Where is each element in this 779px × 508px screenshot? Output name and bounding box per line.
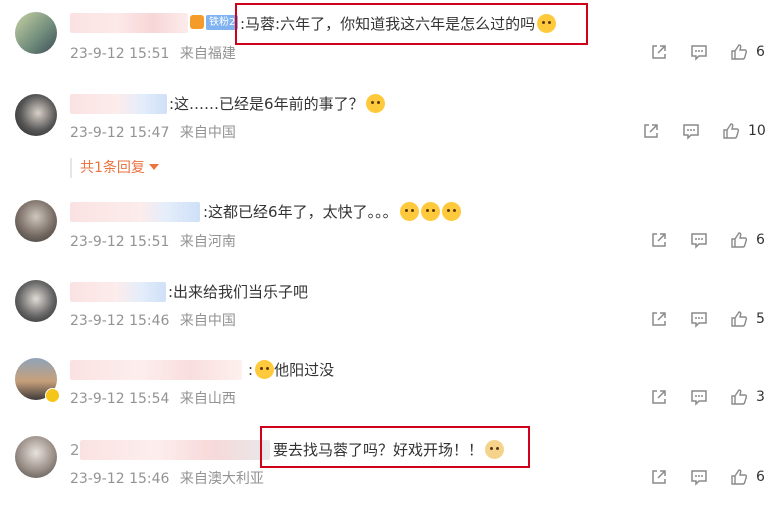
like-count: 6 <box>756 469 765 485</box>
comment-button[interactable] <box>690 388 708 406</box>
comment-button[interactable] <box>682 122 700 140</box>
avatar[interactable] <box>15 280 57 322</box>
like-icon <box>731 311 748 327</box>
comment-button[interactable] <box>690 310 708 328</box>
user-name-blurred[interactable] <box>70 202 200 222</box>
like-count: 6 <box>756 44 765 60</box>
share-icon <box>652 45 666 59</box>
comment-location: 来自澳大利亚 <box>179 471 264 487</box>
comment-icon <box>691 470 707 486</box>
comment-date: 23-9-12 15:47 <box>70 125 170 141</box>
view-replies-link[interactable]: 共1条回复 <box>80 158 160 178</box>
comment-icon <box>691 233 707 249</box>
comment-actions: 3 <box>628 388 765 406</box>
share-button[interactable] <box>650 43 668 61</box>
like-button[interactable]: 3 <box>730 388 765 406</box>
user-name-blurred[interactable] <box>80 440 270 460</box>
share-icon <box>644 124 658 138</box>
comment-meta: 23-9-12 15:51 来自河南 <box>70 232 236 252</box>
comment-meta: 23-9-12 15:47 来自中国 <box>70 123 236 143</box>
share-icon <box>652 470 666 484</box>
avatar[interactable] <box>15 12 57 54</box>
share-button[interactable] <box>650 388 668 406</box>
like-icon <box>731 44 748 60</box>
reply-divider <box>70 158 72 178</box>
comment-icon <box>691 45 707 61</box>
comment-location: 来自福建 <box>179 46 236 62</box>
comment-button[interactable] <box>690 468 708 486</box>
comment-text: : 他阳过没 <box>248 360 335 379</box>
comment-actions: 6 <box>628 231 765 249</box>
comment-actions: 10 <box>620 122 766 140</box>
comment-meta: 23-9-12 15:51 来自福建 <box>70 44 236 64</box>
share-button[interactable] <box>650 468 668 486</box>
comment-date: 23-9-12 15:51 <box>70 46 170 62</box>
comment-icon <box>691 312 707 328</box>
share-icon <box>652 312 666 326</box>
comment-text: :这都已经6年了，太快了。。。 <box>203 202 461 222</box>
comment-meta: 23-9-12 15:46 来自澳大利亚 <box>70 469 264 489</box>
cry-emoji-icon <box>420 202 440 221</box>
like-count: 5 <box>756 311 765 327</box>
comment-date: 23-9-12 15:54 <box>70 391 170 407</box>
comment-text: :这……已经是6年前的事了？ <box>169 94 385 114</box>
share-button[interactable] <box>650 310 668 328</box>
comment-icon <box>691 390 707 406</box>
like-count: 10 <box>748 123 766 139</box>
comment-button[interactable] <box>690 43 708 61</box>
comment-actions: 5 <box>628 310 765 328</box>
comment-location: 来自河南 <box>179 234 236 250</box>
like-button[interactable]: 6 <box>730 468 765 486</box>
fan-badge-icon <box>190 15 204 29</box>
highlight-box <box>260 426 530 468</box>
comment-location: 来自中国 <box>179 313 236 329</box>
think-emoji-icon <box>255 360 275 379</box>
avatar[interactable] <box>15 436 57 478</box>
verified-badge-icon <box>45 388 60 403</box>
comment-button[interactable] <box>690 231 708 249</box>
avatar[interactable] <box>15 200 57 242</box>
share-icon <box>652 233 666 247</box>
comment-icon <box>683 124 699 140</box>
like-button[interactable]: 6 <box>730 43 765 61</box>
like-icon <box>723 123 740 139</box>
chevron-down-icon <box>149 164 160 170</box>
like-icon <box>731 469 748 485</box>
like-button[interactable]: 5 <box>730 310 765 328</box>
highlight-box <box>235 3 588 45</box>
shock-emoji-icon <box>365 94 385 113</box>
like-count: 3 <box>756 389 765 405</box>
comment-text: :出来给我们当乐子吧 <box>168 283 309 301</box>
fan-badge: 铁粉2 <box>206 15 239 30</box>
comment-date: 23-9-12 15:51 <box>70 234 170 250</box>
like-button[interactable]: 10 <box>722 122 766 140</box>
comment-meta: 23-9-12 15:46 来自中国 <box>70 311 236 331</box>
comment-location: 来自中国 <box>179 125 236 141</box>
user-name-blurred[interactable] <box>70 94 167 114</box>
cry-emoji-icon <box>441 202 461 221</box>
comment-location: 来自山西 <box>179 391 236 407</box>
like-icon <box>731 389 748 405</box>
comment-actions: 6 <box>628 468 765 486</box>
comment-date: 23-9-12 15:46 <box>70 471 170 487</box>
like-icon <box>731 232 748 248</box>
user-name-prefix: 2 <box>70 441 80 459</box>
share-icon <box>652 390 666 404</box>
user-name-blurred[interactable] <box>70 13 188 33</box>
avatar[interactable] <box>15 94 57 136</box>
like-button[interactable]: 6 <box>730 231 765 249</box>
user-name-blurred[interactable] <box>70 282 166 302</box>
share-button[interactable] <box>650 231 668 249</box>
comment-date: 23-9-12 15:46 <box>70 313 170 329</box>
comment-meta: 23-9-12 15:54 来自山西 <box>70 389 236 409</box>
comment-actions: 6 <box>628 43 765 61</box>
user-name-blurred[interactable] <box>70 360 242 380</box>
share-button[interactable] <box>642 122 660 140</box>
cry-emoji-icon <box>399 202 419 221</box>
like-count: 6 <box>756 232 765 248</box>
